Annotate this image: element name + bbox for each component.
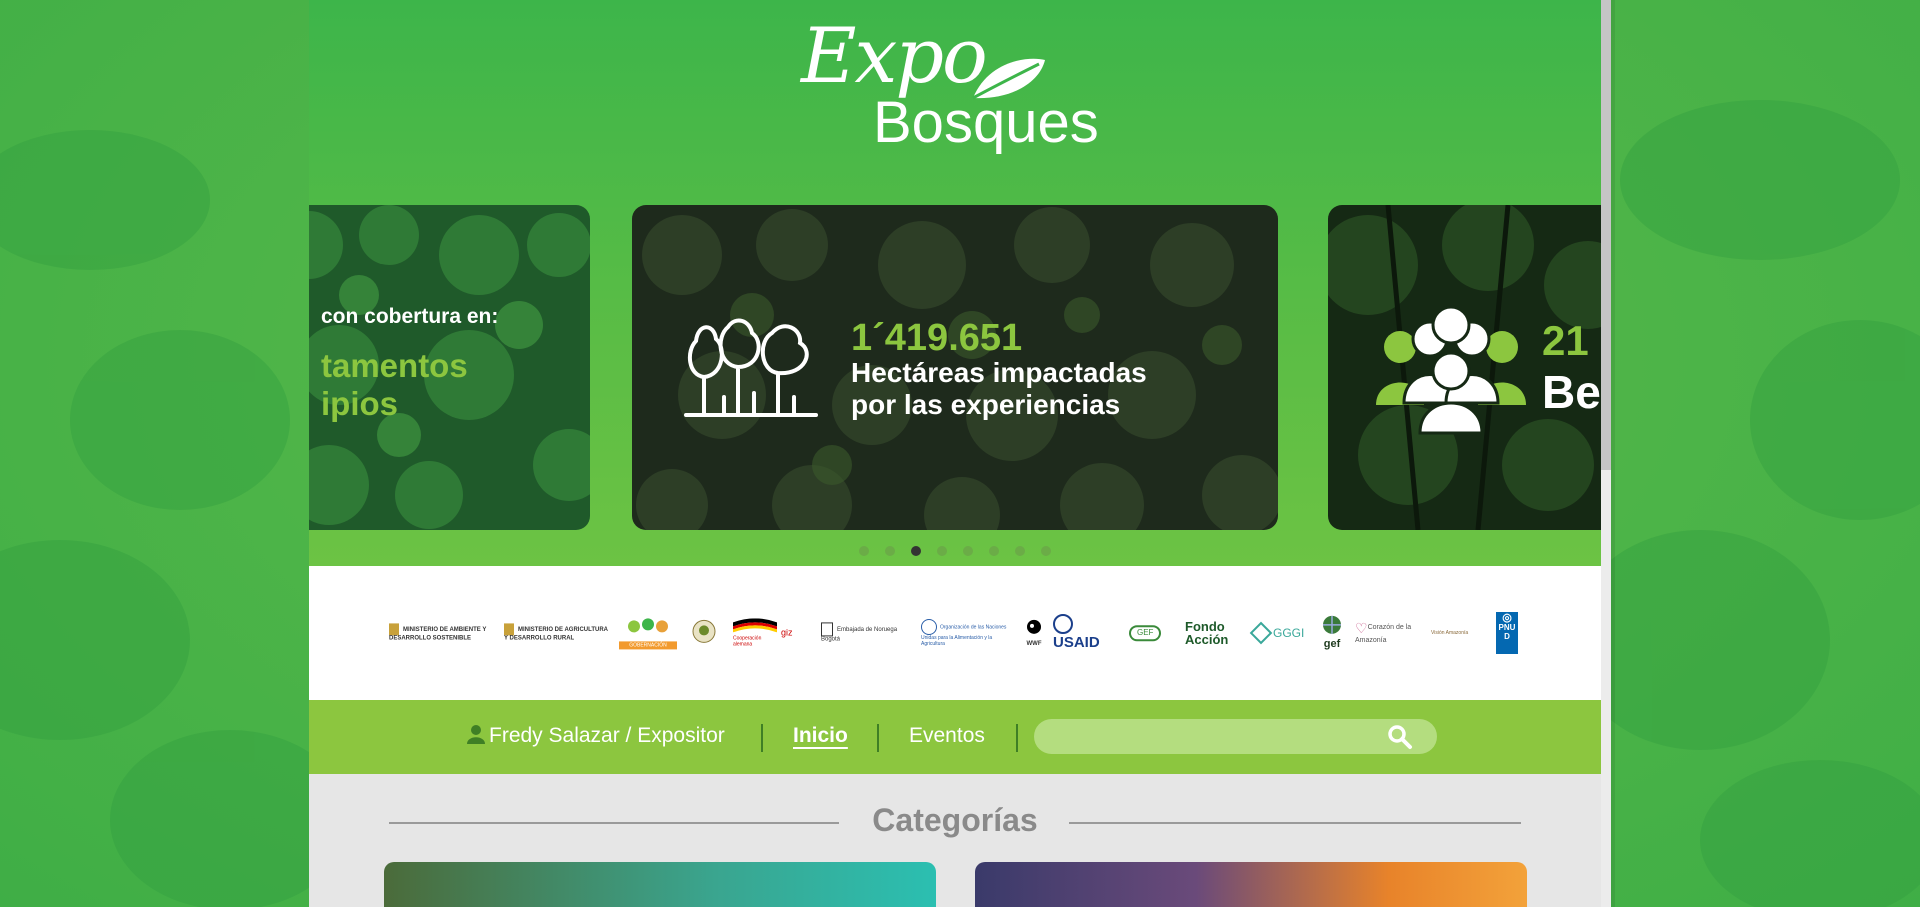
pimsab-logo-icon (692, 619, 716, 643)
sponsor-name: Cooperación alemana (733, 635, 762, 648)
sponsor-name: PNUD (1498, 623, 1516, 641)
sponsor-logo: Cooperación alemana (733, 618, 777, 648)
sponsor-name: Fondo Acción (1185, 619, 1229, 647)
sponsor-logo: MINISTERIO DE AMBIENTE Y DESARROLLO SOST… (389, 623, 489, 642)
carousel-dot[interactable] (963, 545, 973, 556)
page-shadow (1611, 0, 1615, 907)
german-flag-icon (733, 618, 777, 633)
section-title: Categorías (872, 802, 1038, 838)
sponsor-logo: GOBERNACIÓN (619, 616, 677, 650)
sponsor-logo: ♡Corazón de la Amazonía (1355, 619, 1412, 644)
carousel-slide-next[interactable]: 21 Be (1328, 205, 1601, 530)
sponsor-logo: Fondo Acción (1185, 620, 1243, 646)
category-card[interactable] (384, 862, 936, 907)
sponsor-name: giz (781, 627, 793, 638)
slide-prev-line3: ipios (321, 385, 399, 422)
slide-prev-line1: con cobertura en: (321, 305, 499, 328)
carousel-dot[interactable] (1041, 545, 1051, 556)
logo-text-bosques: Bosques (873, 90, 1099, 155)
sponsor-name: GOBERNACIÓN (619, 641, 677, 650)
categories-section: Categorías (309, 774, 1601, 907)
carousel-dot[interactable] (937, 545, 947, 556)
sponsor-logo: Organización de las Naciones Unidas para… (921, 619, 1017, 647)
people-group-icon (1376, 305, 1526, 435)
sponsor-name: USAID (1053, 634, 1100, 651)
sponsor-name: GEF (1129, 625, 1162, 641)
carousel-dot[interactable] (1015, 545, 1025, 556)
globe-icon (1323, 615, 1341, 634)
sponsor-logo: Embajada de Noruega Bogotá (821, 622, 913, 643)
user-icon (467, 725, 485, 744)
hero-header: Expo Bosques con cobertura en: tamentos … (309, 0, 1601, 566)
slide-stat-line2: por las experiencias (851, 389, 1121, 420)
carousel-slide-prev[interactable]: con cobertura en: tamentos ipios (309, 205, 590, 530)
slide-stat-value: 1´419.651 (851, 317, 1023, 359)
nav-divider (761, 724, 763, 752)
carousel-dot[interactable] (989, 545, 999, 556)
title-rule-right (1069, 822, 1521, 824)
sponsor-name: GGGI (1273, 625, 1305, 640)
sponsor-name: WWF (1026, 641, 1042, 647)
main-nav: Fredy Salazar / Expositor Inicio Eventos (309, 700, 1601, 774)
scrollbar-thumb[interactable] (1601, 0, 1611, 470)
sponsor-name: MINISTERIO DE AMBIENTE Y DESARROLLO SOST… (389, 626, 487, 642)
sponsor-logo: MINISTERIO DE AGRICULTURA Y DESARROLLO R… (504, 623, 608, 642)
carousel-dot[interactable] (885, 545, 895, 556)
user-name-label: Fredy Salazar / Expositor (489, 724, 725, 747)
sponsor-logo: GEF (1129, 625, 1175, 641)
sponsor-name: Visión Amazonía (1431, 630, 1469, 636)
forest-icon (684, 318, 818, 417)
nav-link-inicio[interactable]: Inicio (793, 724, 848, 748)
sponsor-logo: Visión Amazonía (1431, 630, 1487, 636)
category-card[interactable] (975, 862, 1527, 907)
slide-stat-line1: Hectáreas impactadas (851, 357, 1147, 388)
nav-divider (1016, 724, 1018, 752)
carousel-dot[interactable] (911, 545, 921, 556)
sponsor-logo: gef (1317, 615, 1347, 651)
sponsor-logo: giz (781, 628, 811, 639)
sponsor-logo (691, 619, 717, 646)
expobosques-logo[interactable]: Expo Bosques (789, 18, 1129, 168)
slide-prev-line2: tamentos (321, 347, 468, 384)
sponsor-name: MINISTERIO DE AGRICULTURA Y DESARROLLO R… (504, 626, 608, 642)
page-container: Expo Bosques con cobertura en: tamentos … (309, 0, 1601, 907)
carousel-slide-active[interactable]: 1´419.651 Hectáreas impactadas por las e… (632, 205, 1278, 530)
nav-divider (877, 724, 879, 752)
sponsor-logo: WWF (1023, 618, 1045, 648)
gobernacion-logo-icon (628, 618, 668, 633)
panda-icon (1027, 619, 1041, 634)
nav-link-eventos[interactable]: Eventos (909, 724, 985, 748)
carousel-pagination (309, 542, 1601, 560)
sponsor-name: gef (1323, 638, 1341, 650)
sponsors-strip: MINISTERIO DE AMBIENTE Y DESARROLLO SOST… (309, 566, 1601, 700)
logo-text-expo: Expo (801, 11, 988, 100)
search-icon[interactable] (1387, 724, 1413, 750)
search-input[interactable] (1034, 719, 1437, 754)
sponsor-logo: USAID (1053, 614, 1119, 652)
sponsor-logo: GGGI (1249, 621, 1305, 645)
slide-next-line1: Be (1542, 366, 1601, 418)
sponsor-logo: ◎ PNUD (1496, 612, 1518, 654)
slide-next-value: 21 (1542, 317, 1589, 364)
user-profile-link[interactable]: Fredy Salazar / Expositor (467, 724, 725, 748)
carousel-dot[interactable] (859, 545, 869, 556)
